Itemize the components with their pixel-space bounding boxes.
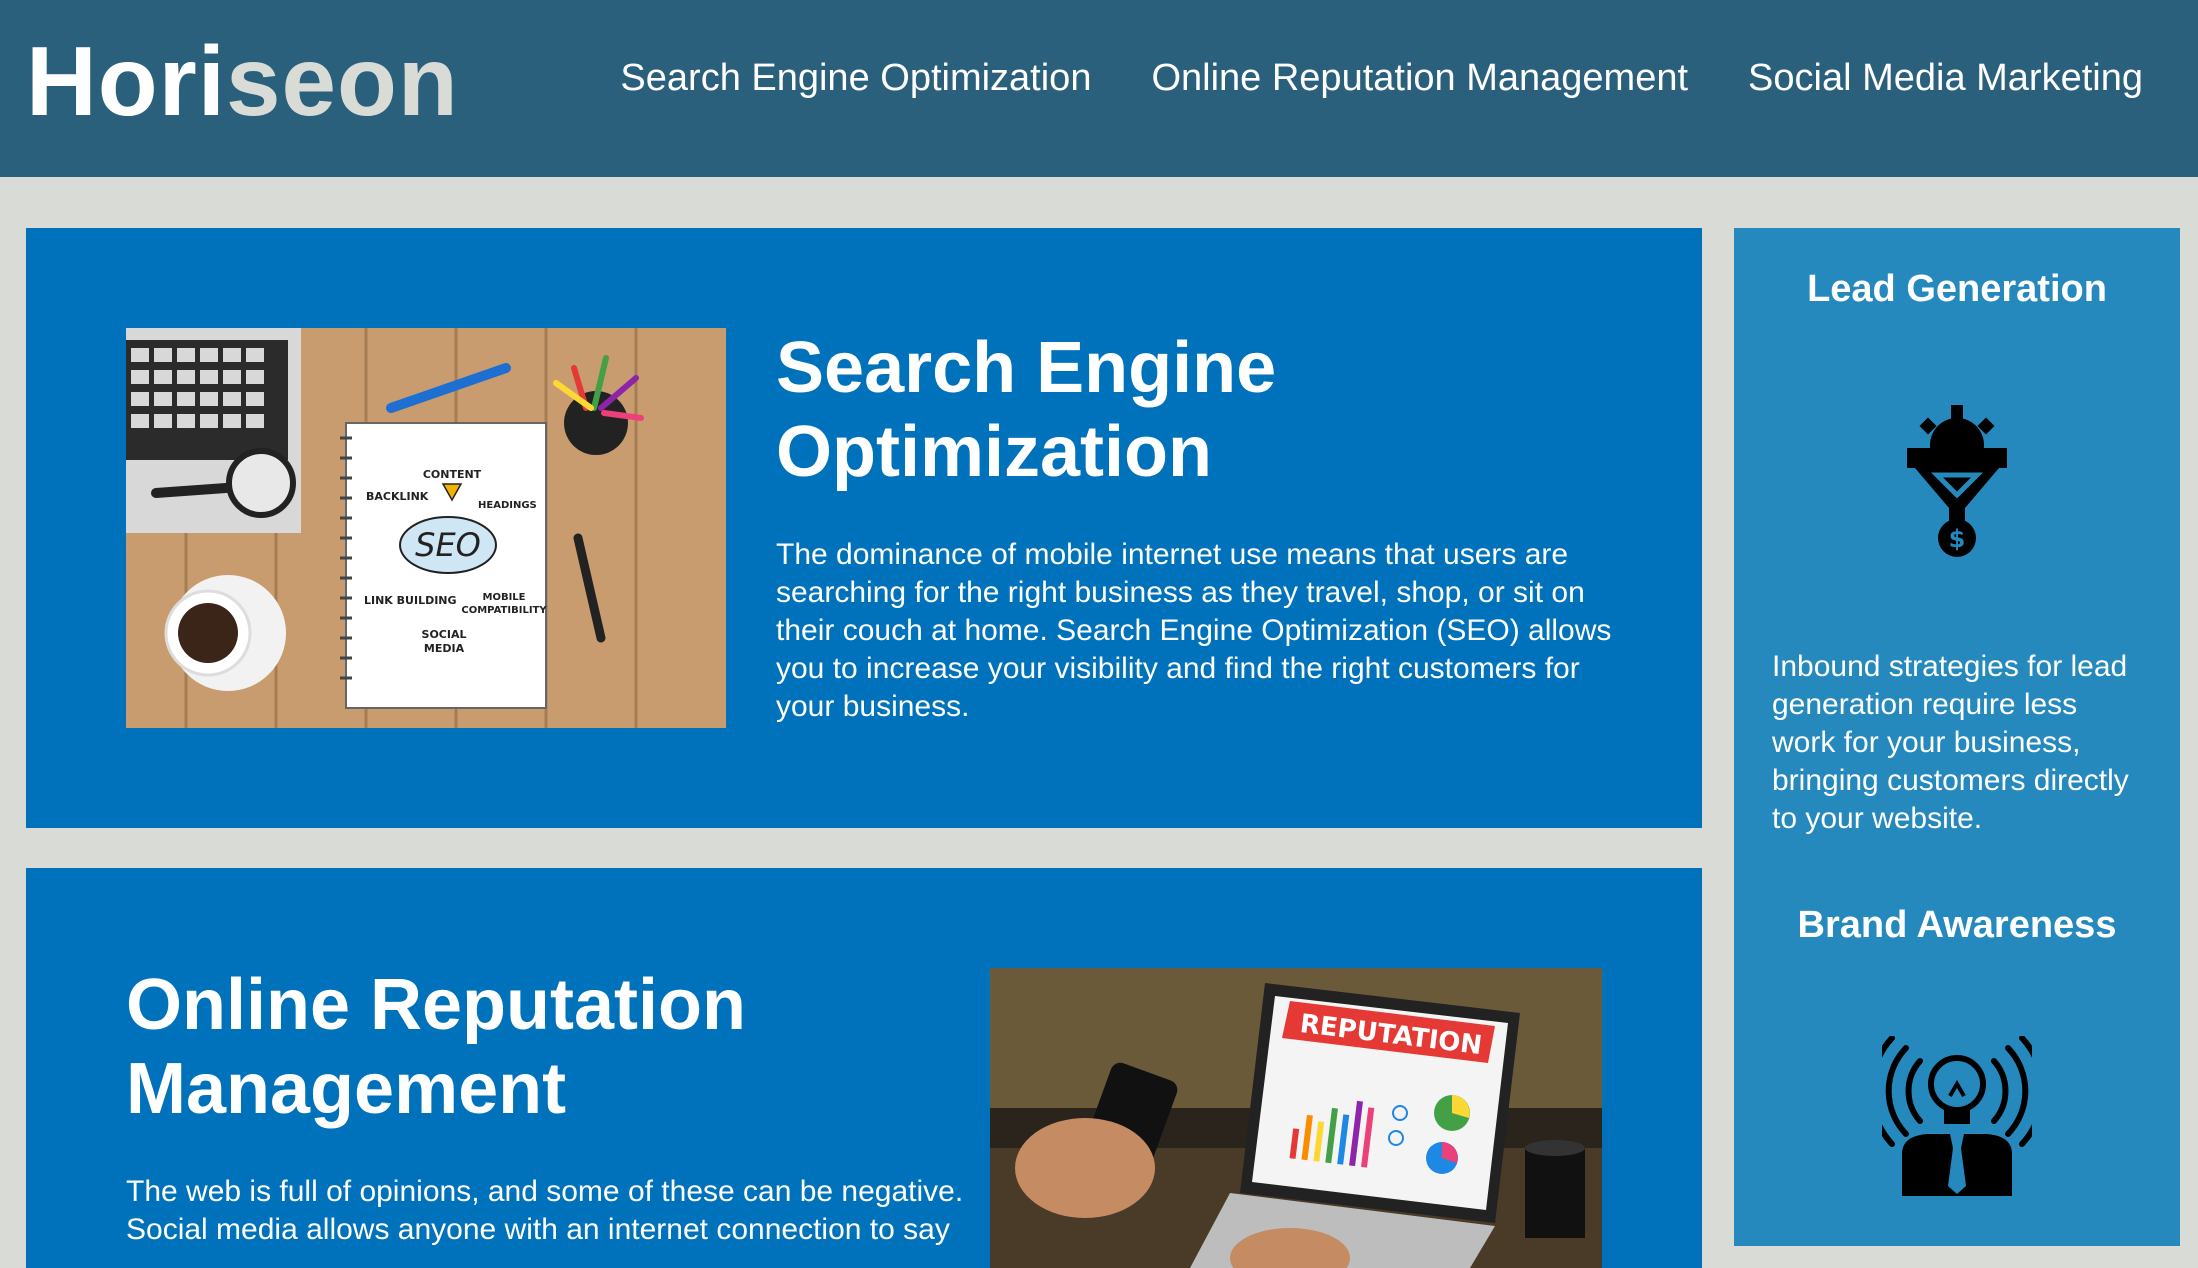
seo-image-word-mobile: MOBILE	[483, 592, 526, 603]
nav-link-social[interactable]: Social Media Marketing	[1748, 52, 2143, 104]
brand-awareness-bulb-icon	[1882, 1036, 2032, 1196]
logo-part-2: seon	[226, 26, 459, 136]
main-nav: Search Engine Optimization Online Reputa…	[620, 52, 2143, 104]
reputation-section: Online Reputation Management The web is …	[26, 868, 1702, 1268]
seo-body: The dominance of mobile internet use mea…	[776, 538, 1612, 723]
site-logo[interactable]: Horiseon	[26, 26, 459, 136]
seo-image-word-media: MEDIA	[424, 642, 465, 655]
seo-image-word-compatibility: COMPATIBILITY	[461, 605, 547, 616]
seo-text: Search Engine Optimization The dominance…	[776, 326, 1626, 726]
nav-link-seo[interactable]: Search Engine Optimization	[620, 52, 1091, 104]
site-header: Horiseon Search Engine Optimization Onli…	[0, 0, 2198, 177]
reputation-image: REPUTATION	[990, 968, 1602, 1268]
reputation-title: Online Reputation Management	[126, 965, 746, 1129]
brand-awareness-title: Brand Awareness	[1797, 904, 2117, 946]
logo-part-1: Hori	[26, 26, 226, 136]
seo-image-word-social: SOCIAL	[422, 628, 467, 641]
seo-image-word-backlink: BACKLINK	[366, 490, 429, 503]
seo-image-word-link-building: LINK BUILDING	[364, 594, 457, 607]
reputation-body: The web is full of opinions, and some of…	[126, 1175, 964, 1246]
seo-section: SEO CONTENT BACKLINK HEADINGS LINK BUILD…	[26, 228, 1702, 828]
seo-image-word-seo: SEO	[415, 526, 481, 564]
seo-image: SEO CONTENT BACKLINK HEADINGS LINK BUILD…	[126, 328, 726, 728]
seo-image-word-content: CONTENT	[423, 468, 482, 481]
lead-generation-title: Lead Generation	[1807, 268, 2107, 310]
seo-image-word-headings: HEADINGS	[478, 500, 537, 511]
seo-title: Search Engine Optimization	[776, 328, 1277, 492]
benefits-sidebar: Lead Generation $ Inbound strategies for…	[1734, 228, 2180, 1246]
reputation-text: Online Reputation Management The web is …	[126, 963, 976, 1249]
nav-link-reputation[interactable]: Online Reputation Management	[1151, 52, 1688, 104]
lead-generation-text: Inbound strategies for lead generation r…	[1772, 650, 2129, 835]
svg-text:$: $	[1949, 525, 1966, 553]
lead-generation-funnel-icon: $	[1907, 405, 2007, 557]
